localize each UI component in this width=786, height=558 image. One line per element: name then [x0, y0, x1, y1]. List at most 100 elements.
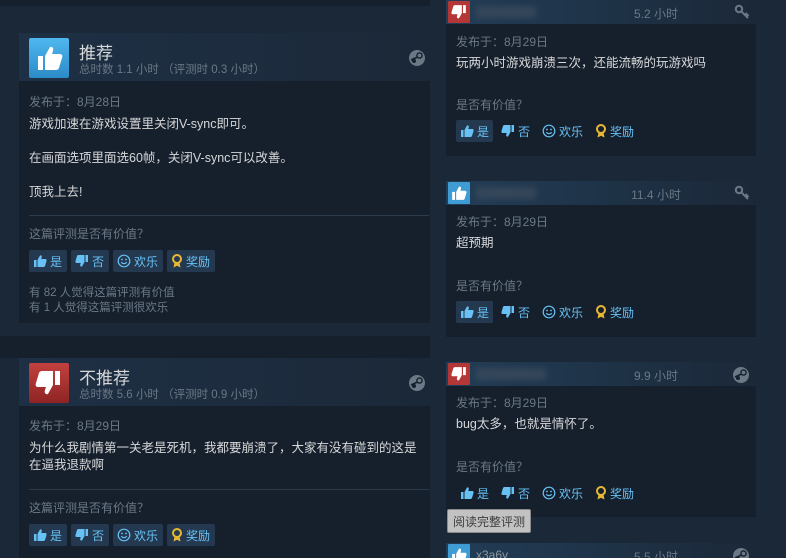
review-hours: 11.4 小时 — [631, 188, 681, 202]
key-icon — [734, 185, 750, 206]
review-header[interactable]: 9.9 小时 — [446, 362, 756, 386]
review-hours: 5.2 小时 — [633, 7, 679, 21]
award-button[interactable]: 奖励 — [167, 250, 216, 272]
vote-funny-label: 欢乐 — [559, 486, 584, 501]
vote-funny-button[interactable]: 欢乐 — [538, 120, 587, 142]
vote-yes-label: 是 — [50, 528, 63, 543]
divider — [29, 489, 429, 490]
vote-yes-button[interactable]: 是 — [29, 524, 68, 546]
thumbs-down-icon — [501, 487, 515, 499]
award-label: 奖励 — [610, 486, 635, 501]
award-label: 奖励 — [610, 305, 635, 320]
vote-yes-button[interactable]: 是 — [29, 250, 68, 272]
posted-date: 发布于：8月29日 — [456, 35, 549, 49]
review-card-not-recommended[interactable]: 5.2 小时 发布于：8月29日 玩两小时游戏崩溃三次，还能流畅的玩游戏吗 是 否… — [446, 0, 756, 156]
thumbs-up-icon — [34, 529, 47, 541]
award-label: 奖励 — [186, 528, 211, 543]
thumbs-up-icon — [29, 38, 69, 78]
vote-yes-label: 是 — [477, 305, 490, 320]
posted-date: 发布于：8月29日 — [456, 215, 549, 229]
smile-icon — [117, 254, 131, 268]
divider — [0, 0, 430, 6]
smile-icon — [542, 124, 556, 138]
vote-no-label: 否 — [92, 254, 105, 269]
review-body-line: 在画面选项里面选60帧，关闭V-sync可以改善。 — [29, 151, 293, 165]
helpful-question: 这篇评测是否有价值？ — [29, 227, 150, 241]
username[interactable]: x3a6y — [476, 548, 508, 558]
vote-funny-label: 欢乐 — [559, 305, 584, 320]
vote-no-button[interactable]: 否 — [497, 120, 534, 142]
thumbs-down-icon — [501, 306, 515, 318]
helpful-question: 是否有价值？ — [456, 460, 529, 474]
read-full-review-tooltip: 阅读完整评测 — [447, 509, 532, 533]
steam-icon — [732, 366, 750, 389]
vote-buttons: 是 否 欢乐 奖励 — [29, 250, 216, 272]
award-icon — [596, 305, 607, 319]
vote-funny-button[interactable]: 欢乐 — [538, 482, 587, 504]
review-header[interactable]: 推荐 总时数 1.1 小时 （评测时 0.3 小时） — [19, 33, 430, 81]
vote-no-button[interactable]: 否 — [497, 482, 534, 504]
award-label: 奖励 — [610, 124, 635, 139]
award-button[interactable]: 奖励 — [591, 482, 638, 504]
vote-funny-button[interactable]: 欢乐 — [113, 250, 164, 272]
vote-no-button[interactable]: 否 — [71, 524, 110, 546]
vote-funny-button[interactable]: 欢乐 — [538, 301, 587, 323]
review-hours: 5.5 小时 — [633, 550, 679, 558]
vote-yes-button[interactable]: 是 — [456, 482, 493, 504]
thumbs-down-icon — [29, 363, 69, 403]
vote-funny-label: 欢乐 — [134, 254, 159, 269]
review-card-recommended[interactable]: x3a6y 5.5 小时 — [446, 543, 756, 558]
vote-no-button[interactable]: 否 — [497, 301, 534, 323]
review-header[interactable]: 5.2 小时 — [446, 0, 756, 24]
vote-yes-button[interactable]: 是 — [456, 301, 494, 323]
vote-no-label: 否 — [518, 124, 531, 139]
vote-no-label: 否 — [518, 486, 531, 501]
thumbs-up-icon — [34, 255, 47, 267]
posted-date: 发布于：8月29日 — [29, 419, 122, 433]
review-hours: 9.9 小时 — [633, 369, 679, 383]
review-body: bug太多，也就是情怀了。 — [456, 417, 602, 431]
vote-yes-button[interactable]: 是 — [456, 120, 494, 142]
review-header[interactable]: x3a6y 5.5 小时 — [446, 543, 756, 558]
vote-no-button[interactable]: 否 — [71, 250, 110, 272]
award-label: 奖励 — [186, 254, 211, 269]
award-button[interactable]: 奖励 — [591, 301, 638, 323]
review-card-not-recommended[interactable]: 不推荐 总时数 5.6 小时 （评测时 0.9 小时） 发布于：8月29日 为什… — [19, 358, 430, 558]
review-body: 玩两小时游戏崩溃三次，还能流畅的玩游戏吗 — [456, 56, 707, 70]
smile-icon — [117, 528, 131, 542]
right-review-column: 5.2 小时 发布于：8月29日 玩两小时游戏崩溃三次，还能流畅的玩游戏吗 是否… — [430, 0, 786, 558]
helpful-count: 有 82 人觉得这篇评测有价值 — [29, 287, 175, 299]
award-icon — [172, 528, 183, 542]
thumbs-up-icon — [461, 487, 474, 499]
left-review-column: 推荐 总时数 1.1 小时 （评测时 0.3 小时） 发布于：8月28日 游戏加… — [0, 0, 430, 558]
vote-yes-label: 是 — [50, 254, 63, 269]
divider — [0, 336, 430, 358]
award-button[interactable]: 奖励 — [167, 524, 216, 546]
review-header[interactable]: 不推荐 总时数 5.6 小时 （评测时 0.9 小时） — [19, 358, 430, 406]
award-icon — [172, 254, 183, 268]
smile-icon — [542, 486, 556, 500]
divider — [29, 215, 429, 216]
steam-icon — [408, 374, 426, 397]
vote-buttons: 是 否 欢乐 奖励 — [456, 301, 638, 323]
review-card-recommended[interactable]: 11.4 小时 发布于：8月29日 超预期 是否有价值？ 是 否 欢乐 奖励 — [446, 181, 756, 337]
vote-buttons: 是 否 欢乐 奖励 — [29, 524, 216, 546]
funny-count: 有 1 人觉得这篇评测很欢乐 — [29, 302, 169, 314]
vote-funny-label: 欢乐 — [134, 528, 159, 543]
review-body-line: 游戏加速在游戏设置里关闭V-sync即可。 — [29, 117, 255, 131]
review-card-recommended[interactable]: 推荐 总时数 1.1 小时 （评测时 0.3 小时） 发布于：8月28日 游戏加… — [19, 33, 430, 323]
review-body-line: 顶我上去! — [29, 185, 83, 199]
helpful-question: 这篇评测是否有价值？ — [29, 501, 150, 515]
username-blurred — [476, 368, 546, 380]
thumbs-up-icon — [461, 306, 474, 318]
review-body-line: 为什么我剧情第一关老是死机，我都要崩溃了，大家有没有碰到的这是在逼我退款啊 — [29, 441, 417, 472]
vote-yes-label: 是 — [477, 486, 490, 501]
award-button[interactable]: 奖励 — [591, 120, 638, 142]
thumbs-up-icon — [448, 544, 470, 558]
review-header[interactable]: 11.4 小时 — [446, 181, 756, 205]
review-card-not-recommended[interactable]: 9.9 小时 发布于：8月29日 bug太多，也就是情怀了。 是否有价值？ 是 … — [446, 362, 756, 517]
award-icon — [596, 124, 607, 138]
vote-buttons: 是 否 欢乐 奖励 — [456, 120, 638, 142]
vote-funny-button[interactable]: 欢乐 — [113, 524, 164, 546]
smile-icon — [542, 305, 556, 319]
